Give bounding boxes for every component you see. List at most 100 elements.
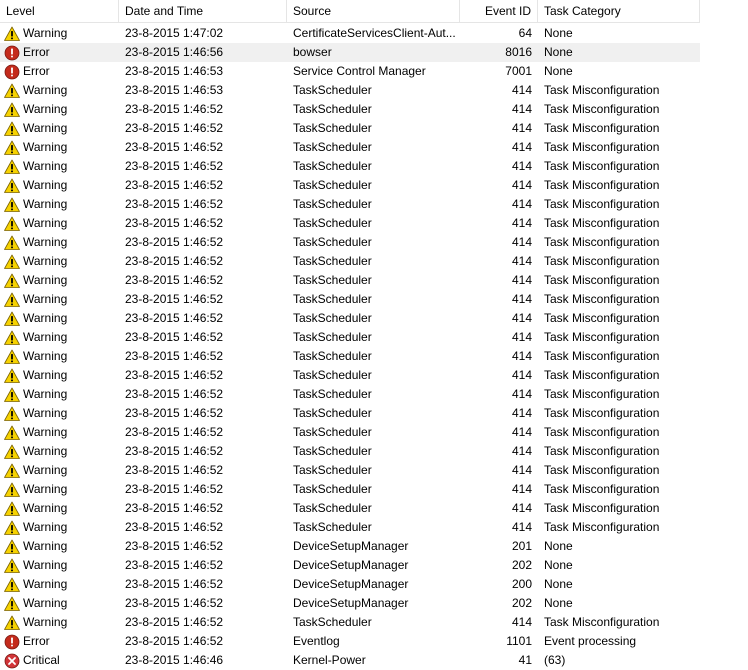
event-row[interactable]: Warning 23-8-2015 1:46:52 TaskScheduler 414…: [0, 328, 700, 347]
event-row[interactable]: Warning 23-8-2015 1:46:52 TaskScheduler 414…: [0, 100, 700, 119]
event-row[interactable]: Warning 23-8-2015 1:46:52 TaskScheduler 414…: [0, 271, 700, 290]
source-cell: Service Control Manager: [293, 64, 426, 78]
event-row[interactable]: Warning 23-8-2015 1:46:52 TaskScheduler 414…: [0, 613, 700, 632]
source-cell: TaskScheduler: [293, 387, 372, 401]
column-header-row: Level Date and Time Source Event ID Task…: [0, 0, 700, 24]
task-category-cell: None: [544, 558, 573, 572]
level-cell: Warning: [0, 480, 119, 499]
level-cell: Error: [0, 62, 119, 81]
event-row[interactable]: Warning 23-8-2015 1:46:52 TaskScheduler 414…: [0, 518, 700, 537]
event-row[interactable]: Warning 23-8-2015 1:46:52 TaskScheduler 414…: [0, 499, 700, 518]
task-category-cell: None: [544, 596, 573, 610]
warning-icon: [4, 273, 20, 289]
warning-icon: [4, 140, 20, 156]
task-category-cell: Task Misconfiguration: [544, 425, 660, 439]
level-cell: Warning: [0, 613, 119, 632]
date-time-cell: 23-8-2015 1:46:52: [125, 425, 224, 439]
source-cell: TaskScheduler: [293, 292, 372, 306]
event-row[interactable]: Warning 23-8-2015 1:46:52 TaskScheduler 414…: [0, 290, 700, 309]
event-row[interactable]: Warning 23-8-2015 1:46:52 TaskScheduler 414…: [0, 157, 700, 176]
date-time-cell: 23-8-2015 1:46:53: [125, 83, 224, 97]
date-time-cell: 23-8-2015 1:46:52: [125, 159, 224, 173]
event-row[interactable]: Error 23-8-2015 1:46:56 bowser 8016 None: [0, 43, 700, 62]
event-row[interactable]: Warning 23-8-2015 1:46:52 TaskScheduler 414…: [0, 480, 700, 499]
date-time-cell: 23-8-2015 1:46:52: [125, 558, 224, 572]
source-cell: TaskScheduler: [293, 501, 372, 515]
event-row[interactable]: Warning 23-8-2015 1:46:52 TaskScheduler 414…: [0, 138, 700, 157]
level-label: Warning: [23, 292, 68, 306]
level-label: Warning: [23, 615, 68, 629]
level-label: Warning: [23, 349, 68, 363]
source-cell: TaskScheduler: [293, 444, 372, 458]
event-row[interactable]: Warning 23-8-2015 1:46:52 TaskScheduler 414…: [0, 385, 700, 404]
level-cell: Warning: [0, 385, 119, 404]
event-id-cell: 414: [511, 235, 532, 249]
warning-icon: [4, 197, 20, 213]
event-row[interactable]: Warning 23-8-2015 1:46:52 TaskScheduler 414…: [0, 252, 700, 271]
column-header-task-category[interactable]: Task Category: [538, 0, 700, 23]
date-time-cell: 23-8-2015 1:46:52: [125, 634, 224, 648]
event-row[interactable]: Warning 23-8-2015 1:46:52 TaskScheduler 414…: [0, 309, 700, 328]
event-row[interactable]: Warning 23-8-2015 1:46:52 DeviceSetupManag…: [0, 575, 700, 594]
event-id-cell: 414: [511, 520, 532, 534]
event-row[interactable]: Warning 23-8-2015 1:46:52 TaskScheduler 414…: [0, 195, 700, 214]
event-id-cell: 414: [511, 387, 532, 401]
warning-icon: [4, 387, 20, 403]
source-cell: DeviceSetupManager: [293, 596, 409, 610]
level-cell: Warning: [0, 100, 119, 119]
level-label: Critical: [23, 653, 60, 667]
event-row[interactable]: Warning 23-8-2015 1:46:52 TaskScheduler 414…: [0, 214, 700, 233]
level-label: Warning: [23, 159, 68, 173]
level-cell: Warning: [0, 404, 119, 423]
event-row[interactable]: Warning 23-8-2015 1:46:52 TaskScheduler 414…: [0, 461, 700, 480]
event-row[interactable]: Critical 23-8-2015 1:46:46 Kernel-Power 41 (…: [0, 651, 700, 670]
level-label: Warning: [23, 482, 68, 496]
level-label: Warning: [23, 558, 68, 572]
source-cell: DeviceSetupManager: [293, 539, 409, 553]
date-time-cell: 23-8-2015 1:46:52: [125, 615, 224, 629]
source-cell: DeviceSetupManager: [293, 558, 409, 572]
event-row[interactable]: Warning 23-8-2015 1:46:52 TaskScheduler 414…: [0, 176, 700, 195]
date-time-cell: 23-8-2015 1:46:52: [125, 140, 224, 154]
event-row[interactable]: Warning 23-8-2015 1:46:52 TaskScheduler 414…: [0, 442, 700, 461]
event-row[interactable]: Warning 23-8-2015 1:46:52 TaskScheduler 414…: [0, 347, 700, 366]
date-time-cell: 23-8-2015 1:47:02: [125, 26, 224, 40]
event-row[interactable]: Warning 23-8-2015 1:46:52 DeviceSetupManag…: [0, 556, 700, 575]
event-row[interactable]: Warning 23-8-2015 1:47:02 CertificateServi…: [0, 24, 700, 43]
event-row[interactable]: Error 23-8-2015 1:46:52 Eventlog 1101 Event …: [0, 632, 700, 651]
level-cell: Warning: [0, 157, 119, 176]
level-cell: Warning: [0, 290, 119, 309]
level-label: Error: [23, 45, 50, 59]
column-header-level[interactable]: Level: [0, 0, 119, 23]
date-time-cell: 23-8-2015 1:46:52: [125, 368, 224, 382]
column-header-event-id[interactable]: Event ID: [460, 0, 538, 23]
task-category-cell: Task Misconfiguration: [544, 406, 660, 420]
level-cell: Warning: [0, 233, 119, 252]
event-row[interactable]: Warning 23-8-2015 1:46:52 TaskScheduler 414…: [0, 423, 700, 442]
level-cell: Warning: [0, 347, 119, 366]
event-row[interactable]: Warning 23-8-2015 1:46:52 TaskScheduler 414…: [0, 366, 700, 385]
event-row[interactable]: Error 23-8-2015 1:46:53 Service Control Ma…: [0, 62, 700, 81]
event-row[interactable]: Warning 23-8-2015 1:46:52 DeviceSetupManag…: [0, 594, 700, 613]
event-id-cell: 41: [518, 653, 532, 667]
event-id-cell: 414: [511, 330, 532, 344]
level-cell: Warning: [0, 195, 119, 214]
event-row[interactable]: Warning 23-8-2015 1:46:52 TaskScheduler 414…: [0, 119, 700, 138]
level-label: Warning: [23, 140, 68, 154]
date-time-cell: 23-8-2015 1:46:52: [125, 596, 224, 610]
task-category-cell: Task Misconfiguration: [544, 463, 660, 477]
event-row[interactable]: Warning 23-8-2015 1:46:53 TaskScheduler 414…: [0, 81, 700, 100]
task-category-cell: None: [544, 64, 573, 78]
level-cell: Warning: [0, 81, 119, 100]
column-header-source[interactable]: Source: [287, 0, 460, 23]
event-row[interactable]: Warning 23-8-2015 1:46:52 TaskScheduler 414…: [0, 404, 700, 423]
task-category-cell: Task Misconfiguration: [544, 501, 660, 515]
level-label: Warning: [23, 83, 68, 97]
warning-icon: [4, 463, 20, 479]
column-header-date-time[interactable]: Date and Time: [119, 0, 287, 23]
event-row[interactable]: Warning 23-8-2015 1:46:52 DeviceSetupManag…: [0, 537, 700, 556]
date-time-cell: 23-8-2015 1:46:52: [125, 463, 224, 477]
task-category-cell: Task Misconfiguration: [544, 83, 660, 97]
event-row[interactable]: Warning 23-8-2015 1:46:52 TaskScheduler 414…: [0, 233, 700, 252]
task-category-cell: Event processing: [544, 634, 637, 648]
